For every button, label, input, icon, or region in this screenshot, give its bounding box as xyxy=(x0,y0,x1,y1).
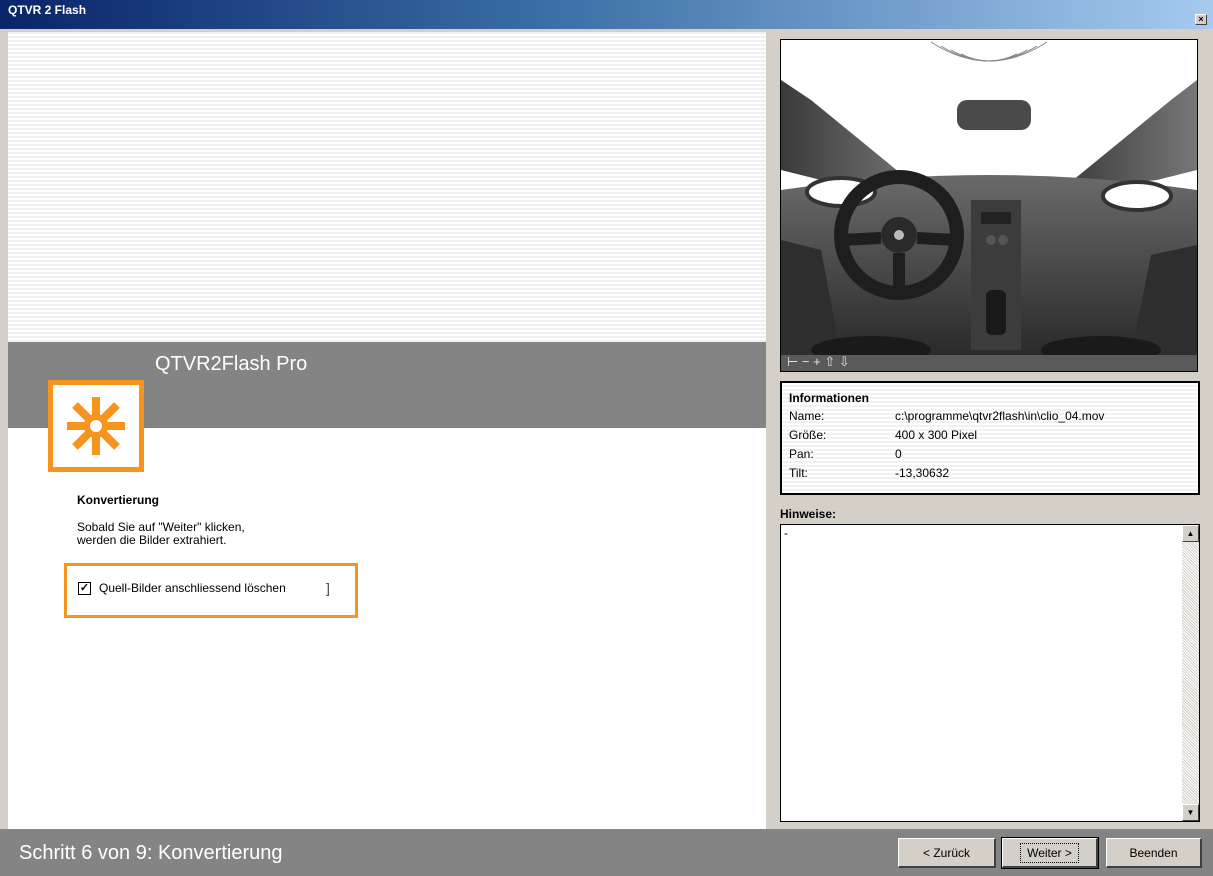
back-button[interactable]: < Zurück xyxy=(898,838,996,868)
info-label-name: Name: xyxy=(789,409,825,423)
back-button-label: < Zurück xyxy=(922,845,970,860)
info-value-pan: 0 xyxy=(895,447,902,461)
hints-scrollbar[interactable] xyxy=(1182,525,1199,821)
step-heading: Konvertierung xyxy=(77,493,160,507)
finish-button[interactable]: Beenden xyxy=(1106,838,1202,868)
hints-textarea[interactable] xyxy=(780,524,1200,822)
brand-title: QTVR2Flash Pro xyxy=(155,353,308,375)
panorama-preview[interactable]: ⊢ − + ⇧ ⇩ xyxy=(780,39,1198,372)
finish-button-label: Beenden xyxy=(1129,845,1178,860)
window-title: QTVR 2 Flash xyxy=(8,3,87,17)
info-label-pan: Pan: xyxy=(789,447,814,461)
asterisk-logo-icon xyxy=(48,380,144,472)
hints-text: - xyxy=(784,526,788,540)
preview-toolbar[interactable]: ⊢ − + ⇧ ⇩ xyxy=(781,355,1197,371)
info-value-name: c:\programme\qtvr2flash\in\clio_04.mov xyxy=(895,409,1105,423)
info-label-size: Größe: xyxy=(789,428,827,442)
title-bar: QTVR 2 Flash × xyxy=(0,0,1213,29)
info-title: Informationen xyxy=(789,391,869,405)
delete-source-checkbox[interactable]: ✓ xyxy=(78,582,91,595)
delete-source-label[interactable]: Quell-Bilder anschliessend löschen xyxy=(99,581,286,595)
car-interior-image xyxy=(781,40,1197,364)
close-icon[interactable]: × xyxy=(1195,14,1207,25)
header-stripes xyxy=(8,32,766,342)
step-status: Schritt 6 von 9: Konvertierung xyxy=(19,842,283,864)
info-value-size: 400 x 300 Pixel xyxy=(895,428,978,442)
scroll-up-icon[interactable]: ▲ xyxy=(1182,525,1199,542)
step-description: Sobald Sie auf "Weiter" klicken, werden … xyxy=(77,521,337,547)
description-line-2: werden die Bilder extrahiert. xyxy=(77,533,227,547)
info-label-tilt: Tilt: xyxy=(789,466,808,480)
info-value-tilt: -13,30632 xyxy=(895,466,950,480)
next-button-label: Weiter > xyxy=(1020,842,1079,863)
hints-label: Hinweise: xyxy=(780,507,837,521)
next-button[interactable]: Weiter > xyxy=(1001,837,1099,869)
text-cursor: ] xyxy=(326,580,330,596)
scroll-down-icon[interactable]: ▼ xyxy=(1182,804,1199,821)
